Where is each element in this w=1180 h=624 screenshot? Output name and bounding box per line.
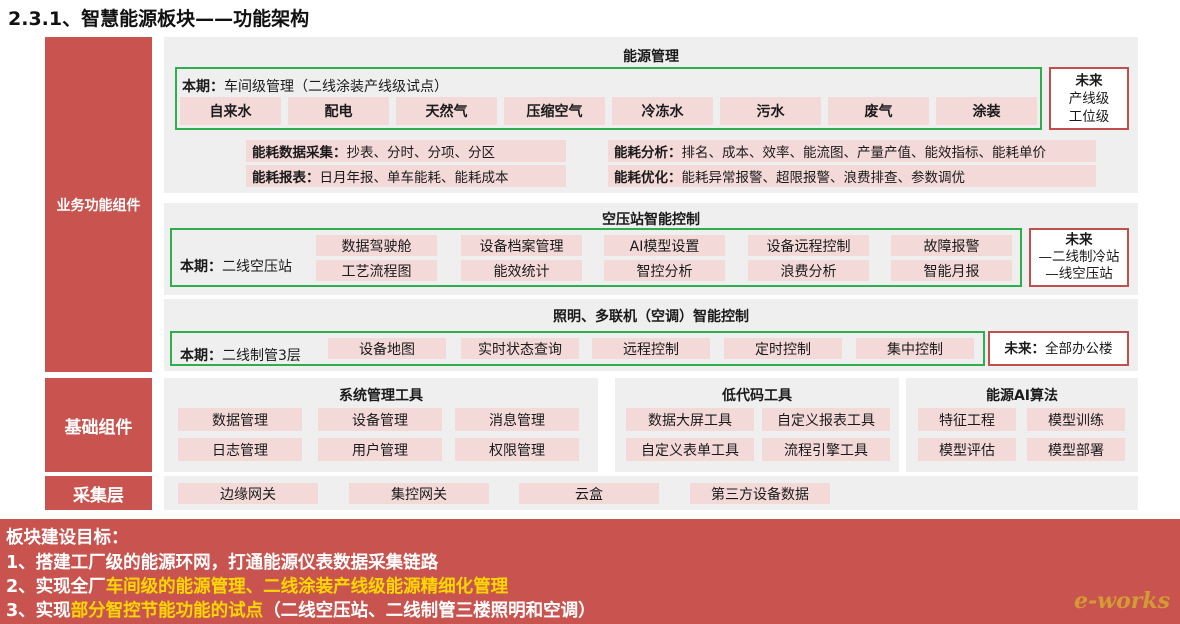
lighting-item-central-control: 集中控制 [856, 338, 974, 359]
current-prefix: 本期： [180, 348, 222, 364]
air-item-ai-model: AI模型设置 [604, 235, 725, 256]
air-item-smart-analysis: 智控分析 [604, 260, 725, 281]
lowcode-item-workflow: 流程引擎工具 [762, 438, 890, 461]
lighting-item-realtime-status: 实时状态查询 [461, 338, 579, 359]
lowcode-header: 低代码工具 [722, 388, 792, 404]
air-item-waste-analysis: 浪费分析 [748, 260, 869, 281]
row-text: 能耗异常报警、超限报警、浪费排查、参数调优 [681, 170, 966, 186]
air-item-efficiency-stats: 能效统计 [461, 260, 582, 281]
sys-item-permission-mgmt: 权限管理 [455, 438, 579, 461]
sys-item-data-mgmt: 数据管理 [178, 408, 302, 431]
lighting-item-timed-control: 定时控制 [724, 338, 842, 359]
collect-item-edge-gateway: 边缘网关 [178, 483, 318, 504]
row-label: 能耗分析： [614, 145, 682, 161]
goal-highlight: 部分智控节能功能的试点 [70, 601, 264, 621]
collect-item-central-gateway: 集控网关 [349, 483, 489, 504]
lighting-future-box: 未来： 全部办公楼 [988, 331, 1129, 366]
lighting-header: 照明、多联机（空调）智能控制 [553, 309, 749, 325]
goal-text: （二线空压站、二线制管三楼照明和空调） [263, 601, 596, 621]
lighting-item-device-map: 设备地图 [328, 338, 446, 359]
lowcode-item-dashboard: 数据大屏工具 [626, 408, 754, 431]
ai-header: 能源AI算法 [985, 388, 1059, 404]
energy-item-sewage: 污水 [720, 97, 821, 125]
row-text: 排名、成本、效率、能流图、产量产值、能效指标、能耗单价 [681, 145, 1047, 161]
energy-item-gas: 天然气 [396, 97, 497, 125]
air-compressor-header: 空压站智能控制 [602, 212, 700, 228]
air-item-dashboard: 数据驾驶舱 [316, 235, 437, 256]
energy-collect-row: 能耗数据采集： 抄表、分时、分项、分区 [246, 140, 566, 162]
ai-item-evaluation: 模型评估 [918, 438, 1016, 461]
air-item-process-flow: 工艺流程图 [316, 260, 437, 281]
energy-report-row: 能耗报表： 日月年报、单车能耗、能耗成本 [246, 165, 566, 187]
energy-item-exhaust: 废气 [828, 97, 929, 125]
row-label: 能耗报表： [252, 170, 320, 186]
lowcode-item-report: 自定义报表工具 [762, 408, 890, 431]
future-line: 工位级 [1068, 108, 1110, 125]
sys-item-device-mgmt: 设备管理 [318, 408, 442, 431]
row-text: 抄表、分时、分项、分区 [346, 145, 496, 161]
goals-heading: 板块建设目标： [6, 528, 129, 548]
air-item-device-archive: 设备档案管理 [461, 235, 582, 256]
air-item-fault-alarm: 故障报警 [891, 235, 1012, 256]
row-label: 能耗数据采集： [252, 145, 347, 161]
energy-item-chilled-water: 冷冻水 [612, 97, 713, 125]
future-line: —二线制冷站 [1038, 249, 1120, 265]
ai-item-deployment: 模型部署 [1027, 438, 1125, 461]
energy-analysis-row: 能耗分析： 排名、成本、效率、能流图、产量产值、能效指标、能耗单价 [608, 140, 1096, 162]
side-label-collect: 采集层 [45, 476, 152, 510]
side-label-base: 基础组件 [45, 378, 152, 472]
future-line: 产线级 [1068, 90, 1110, 107]
goal-text: 3、实现 [6, 601, 71, 621]
collect-item-cloud-box: 云盒 [519, 483, 659, 504]
air-item-remote-control: 设备远程控制 [748, 235, 869, 256]
energy-future-box: 未来 产线级 工位级 [1049, 67, 1129, 130]
goal-line-2: 2、实现全厂车间级的能源管理、二线涂装产线级能源精细化管理 [6, 573, 508, 598]
air-future-box: 未来 —二线制冷站 —线空压站 [1029, 228, 1129, 287]
row-text: 日月年报、单车能耗、能耗成本 [319, 170, 509, 186]
future-title: 未来 [1065, 232, 1093, 248]
air-current-label: 本期：二线空压站 [180, 256, 292, 276]
current-text: 二线空压站 [222, 259, 292, 275]
energy-item-painting: 涂装 [936, 97, 1037, 125]
goal-line-3: 3、实现部分智控节能功能的试点（二线空压站、二线制管三楼照明和空调） [6, 597, 596, 622]
goal-highlight: 车间级的能源管理、二线涂装产线级能源精细化管理 [105, 577, 509, 597]
energy-current-label: 本期：车间级管理（二线涂装产线级试点） [182, 76, 448, 96]
future-line: —线空压站 [1045, 266, 1113, 282]
future-prefix: 未来： [1004, 340, 1046, 357]
ai-item-feature: 特征工程 [918, 408, 1016, 431]
energy-item-tap-water: 自来水 [180, 97, 281, 125]
sys-item-log-mgmt: 日志管理 [178, 438, 302, 461]
sys-item-user-mgmt: 用户管理 [318, 438, 442, 461]
goal-text: 2、实现全厂 [6, 577, 106, 597]
energy-optimize-row: 能耗优化： 能耗异常报警、超限报警、浪费排查、参数调优 [608, 165, 1096, 187]
ai-item-training: 模型训练 [1027, 408, 1125, 431]
row-label: 能耗优化： [614, 170, 682, 186]
side-label-business: 业务功能组件 [45, 37, 152, 372]
energy-item-power: 配电 [288, 97, 389, 125]
system-tools-header: 系统管理工具 [339, 388, 423, 404]
lowcode-item-form: 自定义表单工具 [626, 438, 754, 461]
current-text: 车间级管理（二线涂装产线级试点） [224, 79, 448, 95]
energy-management-header: 能源管理 [623, 49, 679, 65]
lighting-current-label: 本期：二线制管3层 [180, 345, 301, 365]
collect-item-third-party: 第三方设备数据 [690, 483, 830, 504]
future-title: 未来 [1075, 72, 1103, 89]
page-title: 2.3.1、智慧能源板块——功能架构 [8, 8, 310, 30]
current-text: 二线制管3层 [222, 348, 301, 364]
future-text: 全部办公楼 [1045, 340, 1113, 357]
current-prefix: 本期： [180, 259, 222, 275]
eworks-logo: e-works [1074, 588, 1170, 614]
sys-item-message-mgmt: 消息管理 [455, 408, 579, 431]
current-prefix: 本期： [182, 79, 224, 95]
lighting-item-remote-control: 远程控制 [592, 338, 710, 359]
air-item-monthly-report: 智能月报 [891, 260, 1012, 281]
energy-item-compressed-air: 压缩空气 [504, 97, 605, 125]
goal-line-1: 1、搭建工厂级的能源环网，打通能源仪表数据采集链路 [6, 553, 439, 573]
